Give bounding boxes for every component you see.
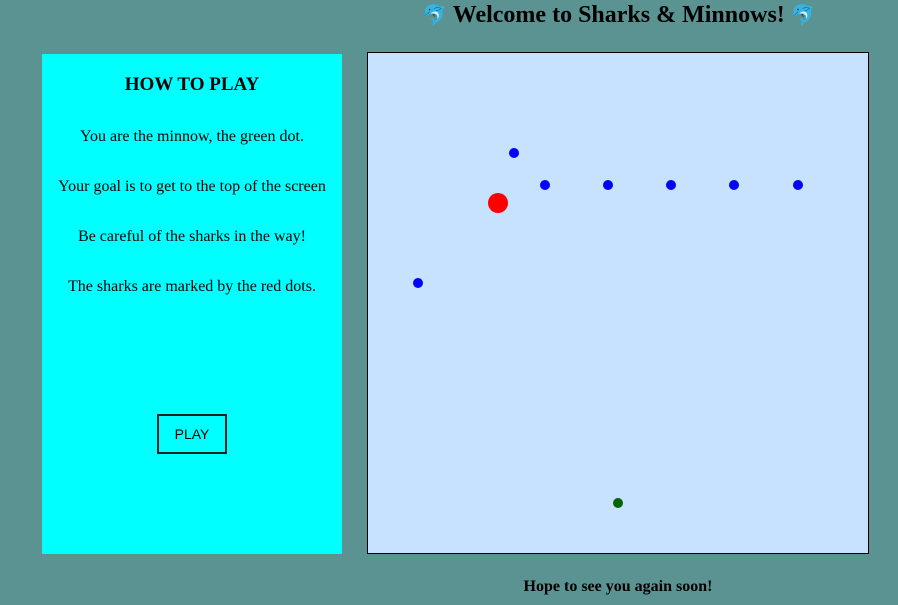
minnow-dot [613, 498, 623, 508]
game-board[interactable] [367, 52, 869, 554]
shark-dot [488, 193, 508, 213]
blue-dot [413, 278, 423, 288]
blue-dot [793, 180, 803, 190]
how-to-play-heading: HOW TO PLAY [124, 74, 260, 95]
blue-dot [540, 180, 550, 190]
dolphin-icon: 🐬 [422, 3, 448, 27]
instruction-line: You are the minnow, the green dot. [80, 128, 304, 145]
page-title: 🐬 Welcome to Sharks & Minnows! 🐬 [0, 2, 898, 29]
game-canvas [413, 148, 803, 508]
blue-dot [666, 180, 676, 190]
instruction-line: Your goal is to get to the top of the sc… [58, 178, 326, 195]
instruction-line: The sharks are marked by the red dots. [68, 278, 316, 295]
how-to-play-panel: HOW TO PLAY You are the minnow, the gree… [42, 54, 342, 554]
title-text: Welcome to Sharks & Minnows! [452, 2, 785, 28]
dolphin-icon: 🐬 [790, 3, 816, 27]
blue-dot [603, 180, 613, 190]
footer-message: Hope to see you again soon! [523, 578, 713, 595]
instruction-line: Be careful of the sharks in the way! [78, 228, 306, 245]
blue-dot [509, 148, 519, 158]
blue-dot [729, 180, 739, 190]
play-button[interactable]: PLAY [157, 414, 227, 454]
